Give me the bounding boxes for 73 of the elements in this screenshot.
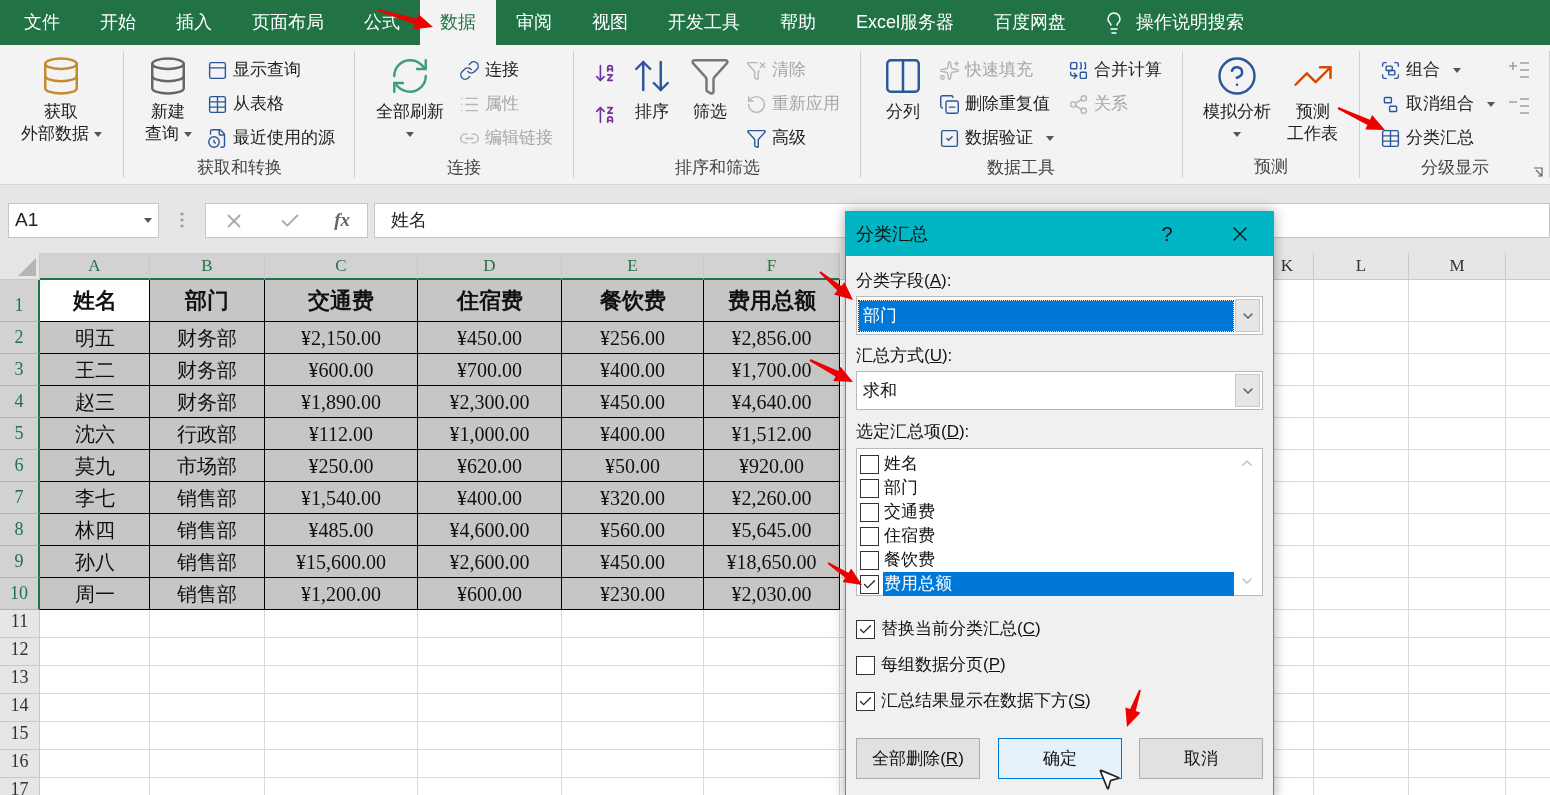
table-cell: ¥400.00 (562, 354, 704, 386)
table-cell: 沈六 (40, 418, 150, 450)
table-cell: 销售部 (150, 482, 265, 514)
table-cell: 莫九 (40, 450, 150, 482)
table-cell: 行政部 (150, 418, 265, 450)
table-cell: 销售部 (150, 546, 265, 578)
table-cell: ¥1,700.00 (704, 354, 840, 386)
table-cell: ¥600.00 (418, 578, 562, 610)
table-cell: ¥2,260.00 (704, 482, 840, 514)
table-cell: ¥5,645.00 (704, 514, 840, 546)
table-cell: 周一 (40, 578, 150, 610)
table-cell: ¥2,600.00 (418, 546, 562, 578)
table-cell: ¥400.00 (562, 418, 704, 450)
dropdown-value: 求和 (862, 379, 898, 402)
table-cell: ¥485.00 (265, 514, 418, 546)
table-cell: ¥320.00 (562, 482, 704, 514)
table-cell: ¥700.00 (418, 354, 562, 386)
table-cell: 林四 (40, 514, 150, 546)
field-label: 选定汇总项(D): (856, 421, 971, 443)
table-cell: 李七 (40, 482, 150, 514)
table-cell: ¥450.00 (562, 386, 704, 418)
group-label: 连接 (447, 157, 482, 179)
table-cell: 财务部 (150, 354, 265, 386)
table-cell: ¥620.00 (418, 450, 562, 482)
table-cell: 财务部 (150, 386, 265, 418)
table-cell: ¥400.00 (418, 482, 562, 514)
table-cell: ¥2,300.00 (418, 386, 562, 418)
table-cell: ¥112.00 (265, 418, 418, 450)
table-cell: ¥1,200.00 (265, 578, 418, 610)
header-cell: 住宿费 (418, 280, 562, 322)
table-cell: ¥250.00 (265, 450, 418, 482)
table-cell: ¥2,856.00 (704, 322, 840, 354)
table-cell: 财务部 (150, 322, 265, 354)
dropdown-value: 部门 (859, 300, 1233, 331)
group-label: 获取和转换 (196, 157, 282, 179)
table-cell: 赵三 (40, 386, 150, 418)
group-label: 分级显示 (1420, 157, 1489, 179)
table-cell: 孙八 (40, 546, 150, 578)
table-cell: ¥2,150.00 (265, 322, 418, 354)
table-cell: ¥1,512.00 (704, 418, 840, 450)
table-cell: 市场部 (150, 450, 265, 482)
table-cell: ¥450.00 (562, 546, 704, 578)
table-cell: 销售部 (150, 514, 265, 546)
table-cell: 明五 (40, 322, 150, 354)
header-cell: 部门 (150, 280, 265, 322)
table-cell: ¥15,600.00 (265, 546, 418, 578)
table-cell: ¥1,000.00 (418, 418, 562, 450)
dialog-title: 分类汇总 (856, 222, 929, 246)
name-box-value: A1 (15, 208, 39, 233)
table-cell: ¥2,030.00 (704, 578, 840, 610)
group-label: 数据工具 (987, 157, 1056, 179)
group-label: 预测 (1253, 156, 1288, 178)
table-cell: 销售部 (150, 578, 265, 610)
table-cell: ¥1,540.00 (265, 482, 418, 514)
field-label: 汇总方式(U): (856, 345, 954, 367)
table-cell: ¥4,640.00 (704, 386, 840, 418)
table-cell: 王二 (40, 354, 150, 386)
table-cell: ¥450.00 (418, 322, 562, 354)
table-cell: ¥230.00 (562, 578, 704, 610)
table-cell: ¥18,650.00 (704, 546, 840, 578)
table-cell: ¥50.00 (562, 450, 704, 482)
group-label: 排序和筛选 (674, 157, 760, 179)
table-cell: ¥4,600.00 (418, 514, 562, 546)
field-label: 分类字段(A): (856, 270, 953, 292)
table-cell: ¥256.00 (562, 322, 704, 354)
header-cell: 餐饮费 (562, 280, 704, 322)
table-cell: ¥600.00 (265, 354, 418, 386)
table-cell: ¥1,890.00 (265, 386, 418, 418)
header-cell: 费用总额 (704, 280, 840, 322)
table-cell: ¥560.00 (562, 514, 704, 546)
header-cell: 姓名 (40, 280, 150, 322)
table-cell: ¥920.00 (704, 450, 840, 482)
header-cell: 交通费 (265, 280, 418, 322)
